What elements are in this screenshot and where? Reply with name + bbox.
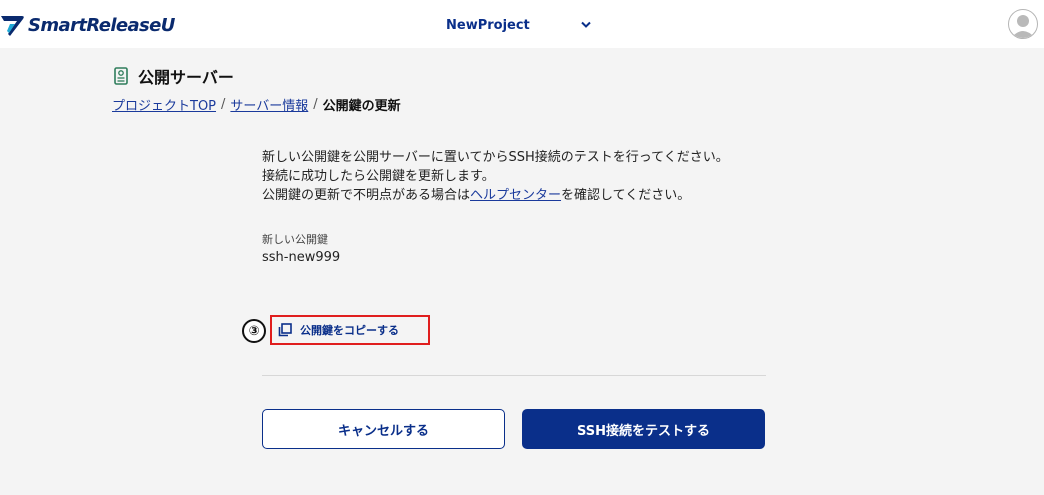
breadcrumb-current: 公開鍵の更新	[322, 99, 401, 114]
copy-key-button[interactable]: 公開鍵をコピーする	[270, 315, 430, 345]
breadcrumb-link-project-top[interactable]: プロジェクトTOP	[112, 95, 216, 114]
description-line-3: 公開鍵の更新で不明点がある場合はヘルプセンターを確認してください。	[262, 186, 766, 205]
server-icon	[114, 67, 130, 85]
copy-icon	[278, 323, 292, 337]
chevron-down-icon	[581, 20, 591, 30]
description-line-1: 新しい公開鍵を公開サーバーに置いてからSSH接続のテストを行ってください。	[262, 150, 729, 165]
project-selector[interactable]: NewProject	[446, 15, 591, 35]
breadcrumb-separator: /	[313, 97, 318, 112]
logo-mark-icon	[1, 16, 24, 36]
help-center-link[interactable]: ヘルプセンター	[470, 188, 561, 203]
breadcrumb-separator: /	[221, 97, 226, 112]
description-text: 公開鍵の更新で不明点がある場合は	[262, 188, 471, 203]
copy-key-label: 公開鍵をコピーする	[300, 324, 399, 337]
divider	[262, 375, 766, 376]
logo[interactable]: SmartReleaseU	[0, 11, 175, 39]
user-avatar-icon[interactable]	[1008, 9, 1038, 39]
new-key-label: 新しい公開鍵	[262, 233, 328, 246]
top-bar: SmartReleaseU NewProject	[0, 0, 1044, 48]
page-heading: 公開サーバー	[114, 65, 234, 87]
step-annotation-marker: ③	[242, 319, 266, 343]
new-key-value: ssh-new999	[262, 250, 341, 265]
breadcrumb: プロジェクトTOP / サーバー情報 / 公開鍵の更新	[112, 95, 401, 114]
description: 新しい公開鍵を公開サーバーに置いてからSSH接続のテストを行ってください。 接続…	[262, 148, 766, 205]
page-title: 公開サーバー	[138, 68, 234, 87]
logo-text: SmartReleaseU	[28, 14, 175, 36]
description-line-2: 接続に成功したら公開鍵を更新します。	[262, 169, 495, 184]
test-ssh-button[interactable]: SSH接続をテストする	[522, 409, 765, 449]
cancel-button[interactable]: キャンセルする	[262, 409, 505, 449]
description-text: を確認してください。	[561, 188, 691, 203]
breadcrumb-link-server-info[interactable]: サーバー情報	[230, 95, 308, 114]
project-name: NewProject	[446, 17, 530, 33]
